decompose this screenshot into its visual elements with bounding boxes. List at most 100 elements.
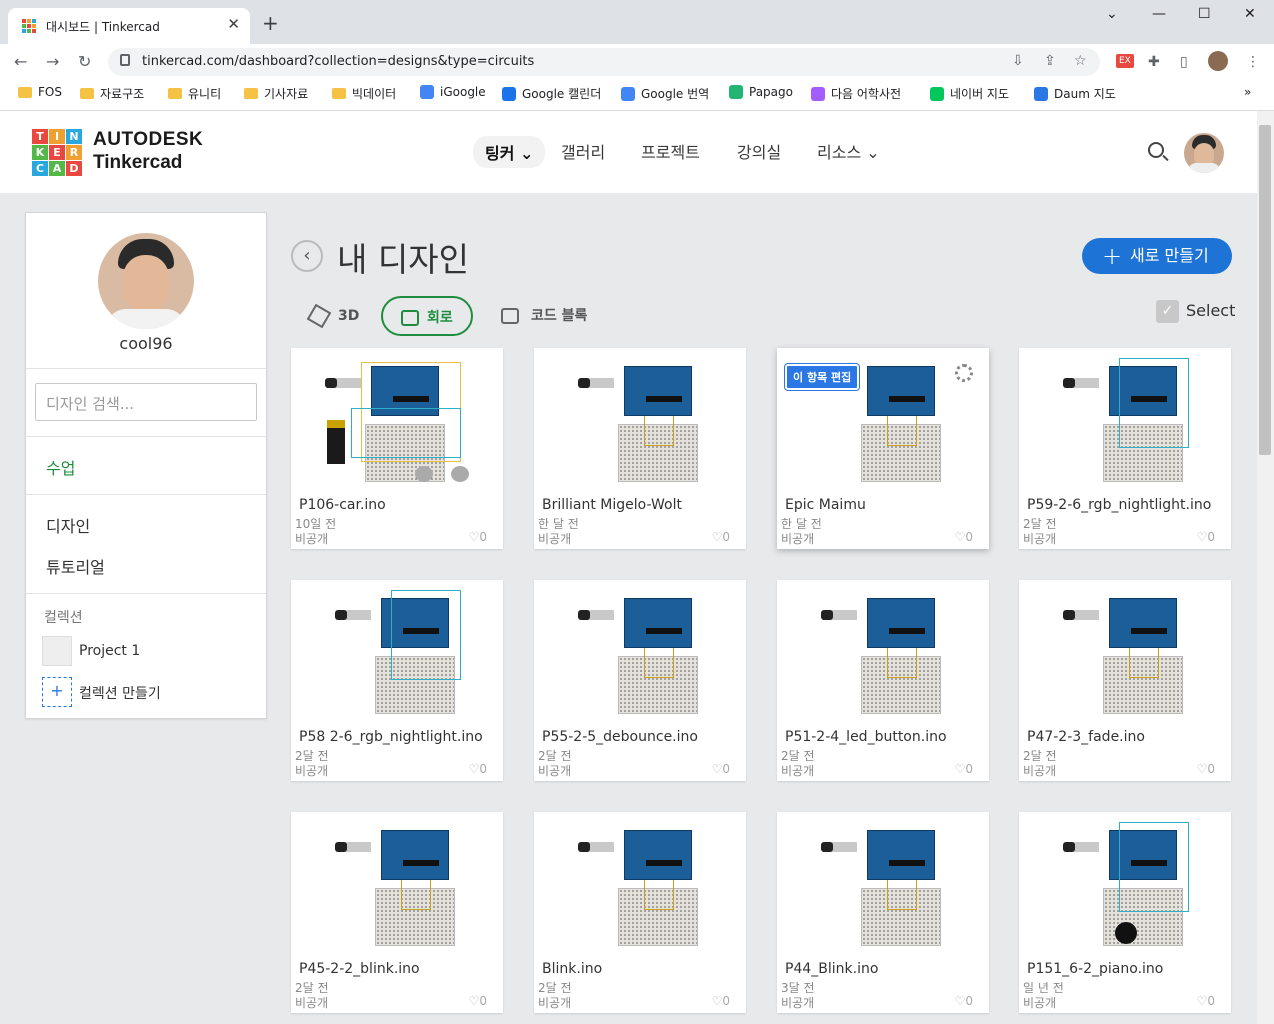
like-count[interactable]: ♡0 xyxy=(955,994,973,1008)
like-count[interactable]: ♡0 xyxy=(1197,762,1215,776)
circuit-thumbnail[interactable] xyxy=(1019,812,1231,958)
bookmark-item[interactable]: Daum 지도 xyxy=(1034,85,1116,102)
design-name[interactable]: P106-car.ino xyxy=(299,497,386,513)
browser-tab[interactable]: 대시보드 | Tinkercad ✕ xyxy=(8,8,250,44)
like-count[interactable]: ♡0 xyxy=(469,762,487,776)
nav-gallery[interactable]: 갤러리 xyxy=(561,139,605,163)
profile-avatar-icon[interactable] xyxy=(1208,51,1228,71)
close-tab-icon[interactable]: ✕ xyxy=(227,15,240,33)
maximize-icon[interactable]: ☐ xyxy=(1198,6,1211,22)
design-name[interactable]: Brilliant Migelo-Wolt xyxy=(542,497,682,513)
nav-classroom[interactable]: 강의실 xyxy=(737,139,781,163)
design-card[interactable]: Brilliant Migelo-Wolt 한 달 전 비공개 ♡0 xyxy=(534,348,746,549)
design-card[interactable]: P55-2-5_debounce.ino 2달 전 비공개 ♡0 xyxy=(534,580,746,781)
design-name[interactable]: P55-2-5_debounce.ino xyxy=(542,729,698,745)
circuit-thumbnail[interactable] xyxy=(291,580,503,726)
sidepanel-icon[interactable]: ▯ xyxy=(1180,54,1188,70)
bookmark-item[interactable]: 자료구조 xyxy=(80,85,144,102)
sidebar-item-tutorials[interactable]: 튜토리얼 xyxy=(46,554,105,578)
design-card[interactable]: P59-2-6_rgb_nightlight.ino 2달 전 비공개 ♡0 xyxy=(1019,348,1231,549)
design-name[interactable]: P47-2-3_fade.ino xyxy=(1027,729,1145,745)
design-name[interactable]: P44_Blink.ino xyxy=(785,961,878,977)
circuit-thumbnail[interactable] xyxy=(534,812,746,958)
install-icon[interactable]: ⇩ xyxy=(1012,53,1024,69)
gear-icon[interactable] xyxy=(955,364,973,382)
circuit-thumbnail[interactable] xyxy=(1019,580,1231,726)
sidebar-item-classes[interactable]: 수업 xyxy=(46,455,75,479)
add-collection-icon[interactable]: + xyxy=(42,677,72,707)
like-count[interactable]: ♡0 xyxy=(1197,530,1215,544)
like-count[interactable]: ♡0 xyxy=(469,994,487,1008)
design-card[interactable]: P44_Blink.ino 3달 전 비공개 ♡0 xyxy=(777,812,989,1013)
bookmark-item[interactable]: FOS xyxy=(18,85,62,99)
bookmark-item[interactable]: 네이버 지도 xyxy=(930,85,1009,102)
bookmark-item[interactable]: 기사자료 xyxy=(244,85,308,102)
bookmark-item[interactable]: 유니티 xyxy=(168,85,221,102)
bookmark-item[interactable]: Google 캘린더 xyxy=(502,85,601,102)
design-name[interactable]: Epic Maimu xyxy=(785,497,866,513)
close-window-icon[interactable]: ✕ xyxy=(1244,6,1256,22)
like-count[interactable]: ♡0 xyxy=(955,762,973,776)
design-name[interactable]: P51-2-4_led_button.ino xyxy=(785,729,947,745)
like-count[interactable]: ♡0 xyxy=(469,530,487,544)
like-count[interactable]: ♡0 xyxy=(712,530,730,544)
user-avatar[interactable] xyxy=(1184,133,1224,173)
back-arrow-icon[interactable]: ← xyxy=(14,52,27,71)
omnibox[interactable]: tinkercad.com/dashboard?collection=desig… xyxy=(108,48,1100,76)
design-card[interactable]: P151_6-2_piano.ino 일 년 전 비공개 ♡0 xyxy=(1019,812,1231,1013)
bookmark-item[interactable]: Papago xyxy=(729,85,793,99)
minimize-icon[interactable]: — xyxy=(1152,6,1166,22)
design-name[interactable]: P58 2-6_rgb_nightlight.ino xyxy=(299,729,483,745)
circuit-thumbnail[interactable] xyxy=(534,580,746,726)
extension-icon[interactable]: EX xyxy=(1116,54,1134,68)
sidebar-item-designs[interactable]: 디자인 xyxy=(46,513,90,537)
select-label[interactable]: Select xyxy=(1186,301,1235,320)
bookmark-item[interactable]: Google 번역 xyxy=(621,85,709,102)
bookmark-item[interactable]: iGoogle xyxy=(420,85,486,99)
share-icon[interactable]: ⇪ xyxy=(1044,53,1056,69)
circuit-thumbnail[interactable]: 이 항목 편집 xyxy=(777,348,989,494)
menu-kebab-icon[interactable]: ⋮ xyxy=(1246,54,1260,70)
tinkercad-logo[interactable]: TIN KER CAD xyxy=(32,129,82,176)
star-icon[interactable]: ☆ xyxy=(1074,53,1087,69)
design-card[interactable]: P51-2-4_led_button.ino 2달 전 비공개 ♡0 xyxy=(777,580,989,781)
circuit-thumbnail[interactable] xyxy=(534,348,746,494)
back-button[interactable]: ‹ xyxy=(291,240,323,272)
page-scrollbar[interactable] xyxy=(1257,111,1274,1024)
scrollbar-thumb[interactable] xyxy=(1259,125,1271,455)
design-card[interactable]: 이 항목 편집 Epic Maimu 한 달 전 비공개 ♡0 xyxy=(777,348,989,549)
bookmark-item[interactable]: 다음 어학사전 xyxy=(811,85,901,102)
circuit-thumbnail[interactable] xyxy=(777,812,989,958)
design-card[interactable]: P47-2-3_fade.ino 2달 전 비공개 ♡0 xyxy=(1019,580,1231,781)
design-card[interactable]: Blink.ino 2달 전 비공개 ♡0 xyxy=(534,812,746,1013)
design-name[interactable]: P45-2-2_blink.ino xyxy=(299,961,420,977)
select-checkbox[interactable]: ✓ xyxy=(1156,300,1179,323)
design-card[interactable]: P45-2-2_blink.ino 2달 전 비공개 ♡0 xyxy=(291,812,503,1013)
circuit-thumbnail[interactable] xyxy=(1019,348,1231,494)
search-icon[interactable] xyxy=(1148,142,1164,158)
filter-circuits[interactable]: 회로 xyxy=(381,296,473,336)
collection-thumbnail[interactable] xyxy=(42,636,72,666)
reload-icon[interactable]: ↻ xyxy=(78,52,91,71)
filter-codeblocks[interactable]: 코드 블록 xyxy=(501,296,587,336)
nav-projects[interactable]: 프로젝트 xyxy=(641,139,700,163)
design-name[interactable]: Blink.ino xyxy=(542,961,602,977)
nav-resources[interactable]: 리소스 ⌄ xyxy=(817,139,880,163)
like-count[interactable]: ♡0 xyxy=(712,762,730,776)
design-card[interactable]: P58 2-6_rgb_nightlight.ino 2달 전 비공개 ♡0 xyxy=(291,580,503,781)
like-count[interactable]: ♡0 xyxy=(712,994,730,1008)
filter-3d[interactable]: 3D xyxy=(306,296,359,336)
circuit-thumbnail[interactable] xyxy=(291,812,503,958)
chevron-down-icon[interactable]: ⌄ xyxy=(1106,6,1118,22)
more-bookmarks-icon[interactable]: » xyxy=(1244,85,1251,99)
bookmark-item[interactable]: 빅데이터 xyxy=(332,85,396,102)
circuit-thumbnail[interactable] xyxy=(777,580,989,726)
collection-item-project1[interactable]: Project 1 xyxy=(79,643,140,659)
create-collection-link[interactable]: 컬렉션 만들기 xyxy=(79,683,161,703)
nav-tinker[interactable]: 팅커 ⌄ xyxy=(473,136,546,168)
url-text[interactable]: tinkercad.com/dashboard?collection=desig… xyxy=(142,54,534,69)
edit-badge[interactable]: 이 항목 편집 xyxy=(785,364,860,390)
design-card[interactable]: P106-car.ino 10일 전 비공개 ♡0 xyxy=(291,348,503,549)
circuit-thumbnail[interactable] xyxy=(291,348,503,494)
create-new-button[interactable]: + 새로 만들기 xyxy=(1082,238,1232,274)
